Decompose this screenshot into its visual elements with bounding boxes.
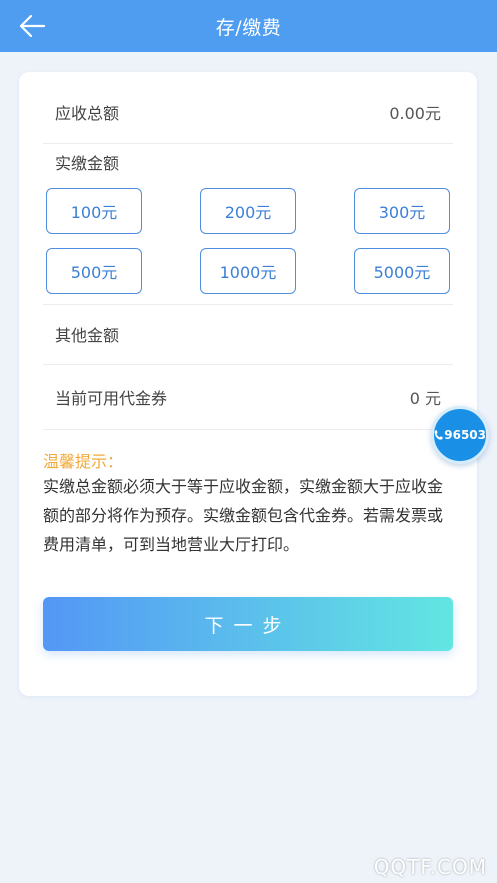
top-bar: 存/缴费 (0, 0, 497, 52)
divider (43, 364, 453, 365)
paid-label: 实缴金额 (55, 154, 120, 173)
voucher-label: 当前可用代金券 (55, 389, 168, 408)
hotline-button[interactable]: 96503 (431, 406, 489, 464)
amount-option-100[interactable]: 100元 (46, 188, 142, 234)
back-button[interactable] (14, 10, 50, 42)
divider (43, 304, 453, 305)
voucher-row: 当前可用代金券 0 元 (43, 374, 453, 420)
tip-title: 温馨提示： (43, 452, 124, 471)
amount-option-500[interactable]: 500元 (46, 248, 142, 294)
amount-option-1000[interactable]: 1000元 (200, 248, 296, 294)
next-step-button[interactable]: 下一步 (43, 597, 453, 651)
tip-text: 实缴总金额必须大于等于应收金额，实缴金额大于应收金额的部分将作为预存。实缴金额包… (43, 477, 444, 554)
watermark: QQTF.COM (373, 855, 487, 879)
other-amount-label: 其他金额 (55, 326, 120, 345)
page-title: 存/缴费 (215, 16, 282, 39)
hotline-number: 96503 (444, 428, 486, 442)
divider (43, 429, 453, 430)
phone-icon (434, 430, 443, 440)
amount-option-5000[interactable]: 5000元 (354, 248, 450, 294)
amount-option-200[interactable]: 200元 (200, 188, 296, 234)
receivable-value: 0.00元 (389, 104, 441, 123)
paid-row: 实缴金额 (43, 144, 453, 180)
receivable-row: 应收总额 0.00元 (43, 92, 453, 132)
other-amount-row[interactable]: 其他金额 (43, 312, 453, 356)
receivable-label: 应收总额 (55, 104, 120, 123)
payment-card: 应收总额 0.00元 实缴金额 100元 200元 300元 500元 1000… (19, 72, 477, 696)
arrow-left-icon (19, 14, 46, 38)
voucher-value: 0 元 (409, 389, 441, 408)
amount-option-300[interactable]: 300元 (354, 188, 450, 234)
